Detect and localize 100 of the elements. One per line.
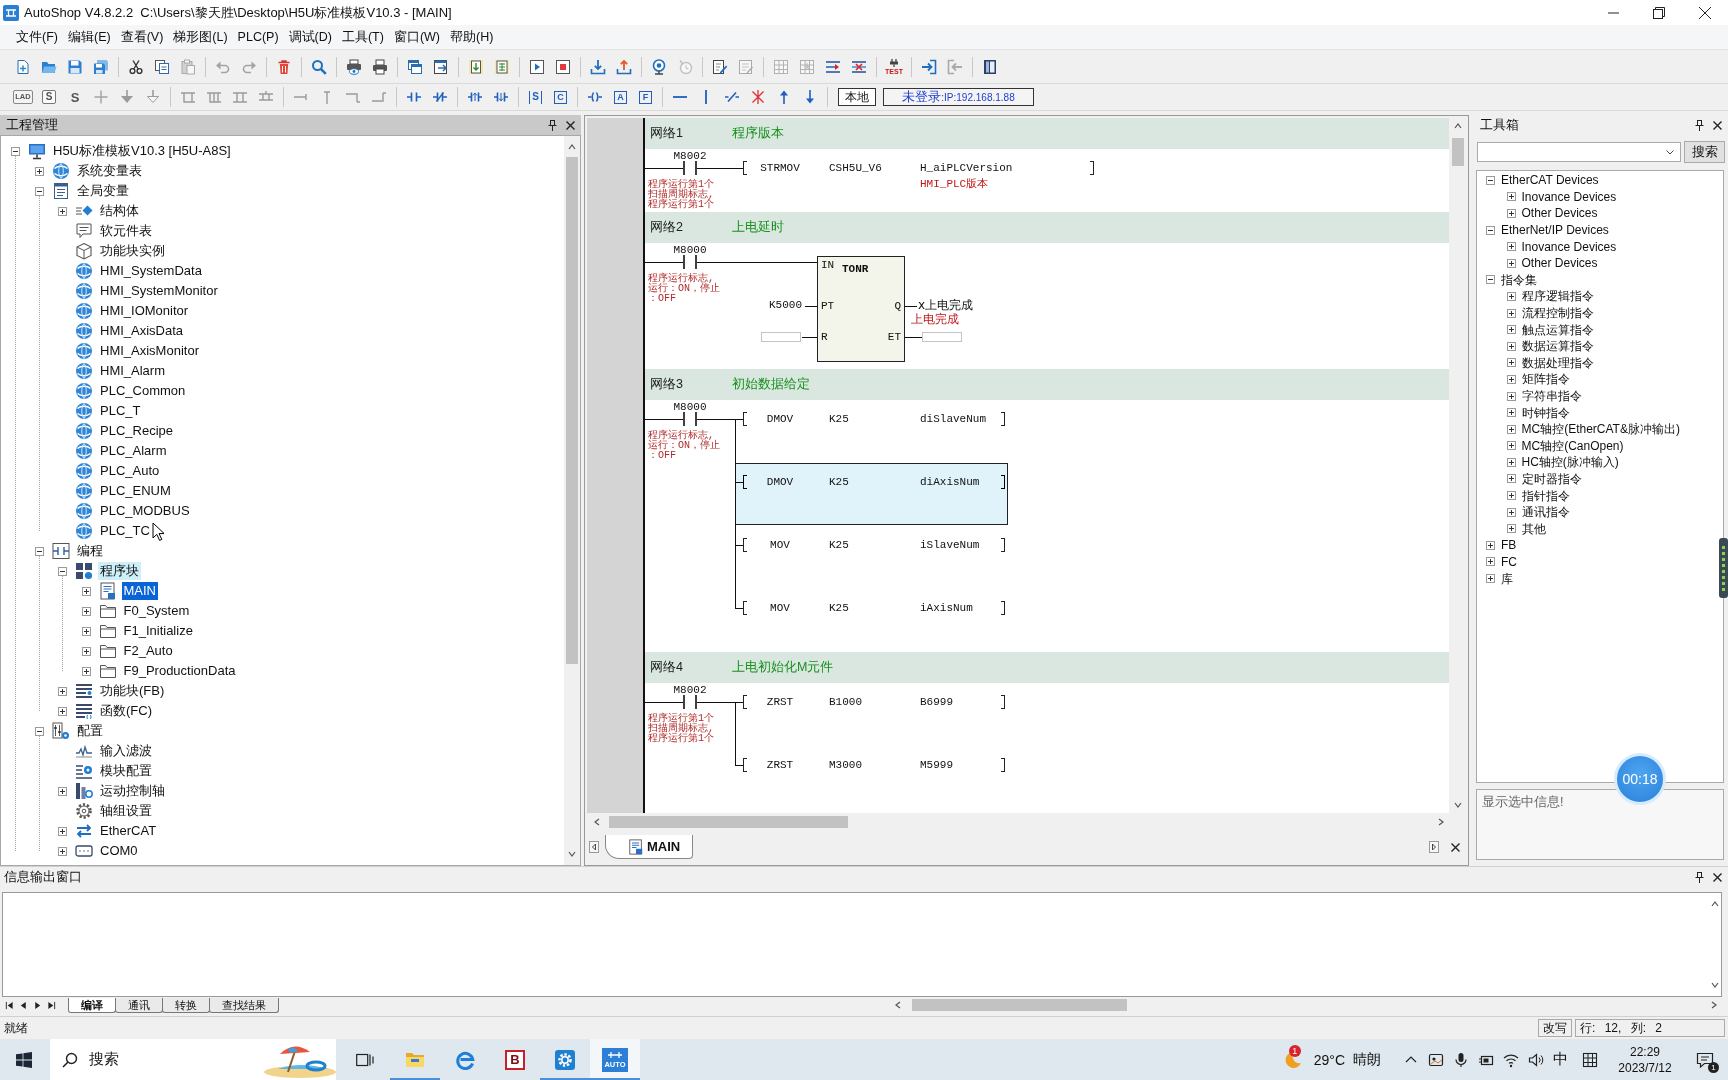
tab-scroll-right-icon[interactable] bbox=[1429, 841, 1439, 853]
network-header[interactable]: 网络1 程序版本 bbox=[645, 118, 1449, 149]
expand-icon[interactable] bbox=[1506, 258, 1516, 268]
collapse-icon[interactable] bbox=[1486, 225, 1495, 235]
expand-icon[interactable] bbox=[1506, 341, 1516, 351]
collapse-icon[interactable] bbox=[34, 186, 44, 196]
tree-item[interactable]: 功能块实例 bbox=[98, 242, 167, 260]
toolbox-item[interactable]: FB bbox=[1501, 538, 1517, 553]
book-icon[interactable] bbox=[982, 58, 998, 75]
tree-item[interactable]: 编程 bbox=[74, 542, 105, 560]
chevron-up-icon[interactable] bbox=[1453, 122, 1462, 130]
clock-time[interactable]: 22:29 bbox=[1630, 1043, 1660, 1060]
expand-icon[interactable] bbox=[1506, 391, 1516, 401]
expand-icon[interactable] bbox=[81, 626, 91, 636]
cross-delete-icon[interactable] bbox=[750, 89, 766, 105]
tree-item[interactable]: 全局变量 bbox=[74, 182, 131, 200]
printer-eye-icon[interactable] bbox=[346, 58, 362, 75]
pin-icon[interactable] bbox=[1695, 872, 1704, 883]
toolbox-item[interactable]: MC轴控(CanOpen) bbox=[1521, 438, 1624, 453]
scrollbar-thumb[interactable] bbox=[1451, 138, 1464, 166]
toolbox-item[interactable]: EtherCAT Devices bbox=[1501, 173, 1599, 188]
expand-icon[interactable] bbox=[1506, 457, 1516, 467]
toolbox-item[interactable]: Inovance Devices bbox=[1521, 239, 1617, 254]
a-block-button[interactable]: A bbox=[614, 90, 627, 104]
expand-icon[interactable] bbox=[58, 686, 67, 696]
tree-item[interactable]: 功能块(FB) bbox=[98, 682, 167, 700]
expand-icon[interactable] bbox=[1506, 209, 1516, 218]
collapse-icon[interactable] bbox=[34, 546, 44, 556]
tree-item[interactable]: 配置 bbox=[74, 722, 105, 740]
contact-icon[interactable] bbox=[683, 695, 697, 709]
output-tab[interactable]: 通讯 bbox=[115, 997, 163, 1013]
scrollbar-thumb[interactable] bbox=[566, 157, 578, 664]
toolbox-item[interactable]: 数据运算指令 bbox=[1521, 339, 1594, 354]
toolbox-item[interactable]: 数据处理指令 bbox=[1521, 355, 1594, 370]
tree-item[interactable]: 输入滤波 bbox=[98, 742, 154, 760]
save-icon[interactable] bbox=[67, 58, 83, 75]
first-page-icon[interactable] bbox=[5, 1000, 14, 1010]
chevron-up-icon[interactable] bbox=[1710, 900, 1719, 908]
expand-icon[interactable] bbox=[1506, 491, 1516, 501]
collapse-icon[interactable] bbox=[11, 146, 20, 156]
expand-icon[interactable] bbox=[1486, 574, 1495, 584]
menu-item[interactable]: 编辑(E) bbox=[62, 26, 116, 48]
chevron-down-icon[interactable] bbox=[1453, 801, 1462, 809]
network-header[interactable]: 网络3 初始数据给定 bbox=[645, 369, 1449, 400]
taskbar-app-button[interactable]: B bbox=[490, 1039, 540, 1080]
tree-item[interactable]: 运动控制轴 bbox=[98, 782, 167, 800]
collapse-icon[interactable] bbox=[58, 566, 67, 576]
close-icon[interactable] bbox=[566, 120, 575, 130]
minimize-icon[interactable] bbox=[1607, 11, 1619, 14]
toolbox-item[interactable]: 字符串指令 bbox=[1521, 389, 1582, 403]
c-block-button[interactable]: C bbox=[554, 90, 567, 104]
tree-item[interactable]: F9_ProductionData bbox=[121, 662, 238, 680]
expand-icon[interactable] bbox=[1506, 291, 1516, 301]
tree-item[interactable]: 结构体 bbox=[98, 202, 141, 220]
menu-item[interactable]: 工具(T) bbox=[336, 26, 389, 48]
chevron-down-icon[interactable] bbox=[1710, 981, 1719, 989]
operand-field[interactable] bbox=[922, 332, 962, 342]
scrollbar-thumb[interactable] bbox=[912, 999, 1127, 1011]
expand-icon[interactable] bbox=[1506, 408, 1516, 418]
tree-item[interactable]: PLC_ENUM bbox=[98, 482, 173, 500]
s-contact-button[interactable]: S bbox=[529, 90, 542, 104]
rows-insert-icon[interactable] bbox=[825, 58, 841, 75]
tree-item[interactable]: PLC_Alarm bbox=[98, 442, 169, 460]
contact-icon[interactable] bbox=[683, 161, 697, 175]
input-language-button[interactable]: 中 bbox=[1553, 1050, 1568, 1069]
expand-icon[interactable] bbox=[34, 166, 44, 176]
toolbox-item[interactable]: MC轴控(EtherCAT&脉冲输出) bbox=[1521, 422, 1680, 437]
tree-item[interactable]: 模块配置 bbox=[98, 762, 154, 780]
search-field[interactable]: 搜索 bbox=[50, 1039, 336, 1080]
speaker-icon[interactable] bbox=[1528, 1051, 1544, 1068]
expand-icon[interactable] bbox=[81, 666, 91, 676]
expand-icon[interactable] bbox=[1506, 374, 1516, 384]
scrollbar-thumb[interactable] bbox=[609, 816, 848, 828]
toolbox-item[interactable]: FC bbox=[1501, 554, 1517, 569]
expand-icon[interactable] bbox=[1506, 358, 1516, 368]
close-icon[interactable] bbox=[1713, 873, 1722, 882]
task-view-icon[interactable] bbox=[356, 1051, 374, 1068]
contact-icon[interactable] bbox=[683, 255, 697, 269]
windows-logo-icon[interactable] bbox=[16, 1051, 32, 1068]
toolbox-item[interactable]: 触点运算指令 bbox=[1521, 322, 1594, 337]
search-icon[interactable] bbox=[311, 58, 327, 75]
new-file-icon[interactable] bbox=[15, 58, 31, 75]
instruction-block[interactable]: MOV K25 iAxisNum bbox=[743, 600, 1005, 616]
tree-item[interactable]: PLC_Auto bbox=[98, 462, 162, 480]
tree-item[interactable]: HMI_Alarm bbox=[98, 362, 167, 380]
menu-item[interactable]: 查看(V) bbox=[115, 26, 169, 48]
chevron-right-icon[interactable] bbox=[1710, 1001, 1718, 1009]
chevron-right-icon[interactable] bbox=[1437, 818, 1445, 826]
clock-date[interactable]: 2023/7/12 bbox=[1618, 1059, 1672, 1076]
close-icon[interactable] bbox=[1451, 842, 1460, 852]
document-grid-icon[interactable] bbox=[494, 58, 510, 75]
toolbox-item[interactable]: 定时器指令 bbox=[1521, 472, 1582, 486]
tree-item[interactable]: 程序块 bbox=[98, 562, 141, 580]
toolbox-item[interactable]: 流程控制指令 bbox=[1521, 306, 1594, 321]
collapse-icon[interactable] bbox=[1486, 275, 1495, 285]
expand-icon[interactable] bbox=[1506, 308, 1516, 318]
chevron-up-icon[interactable] bbox=[1405, 1056, 1417, 1063]
instruction-block[interactable]: DMOV K25 diSlaveNum bbox=[743, 411, 1005, 427]
local-mode-button[interactable]: 本地 bbox=[838, 88, 876, 106]
toolbox-item[interactable]: 库 bbox=[1501, 571, 1513, 586]
